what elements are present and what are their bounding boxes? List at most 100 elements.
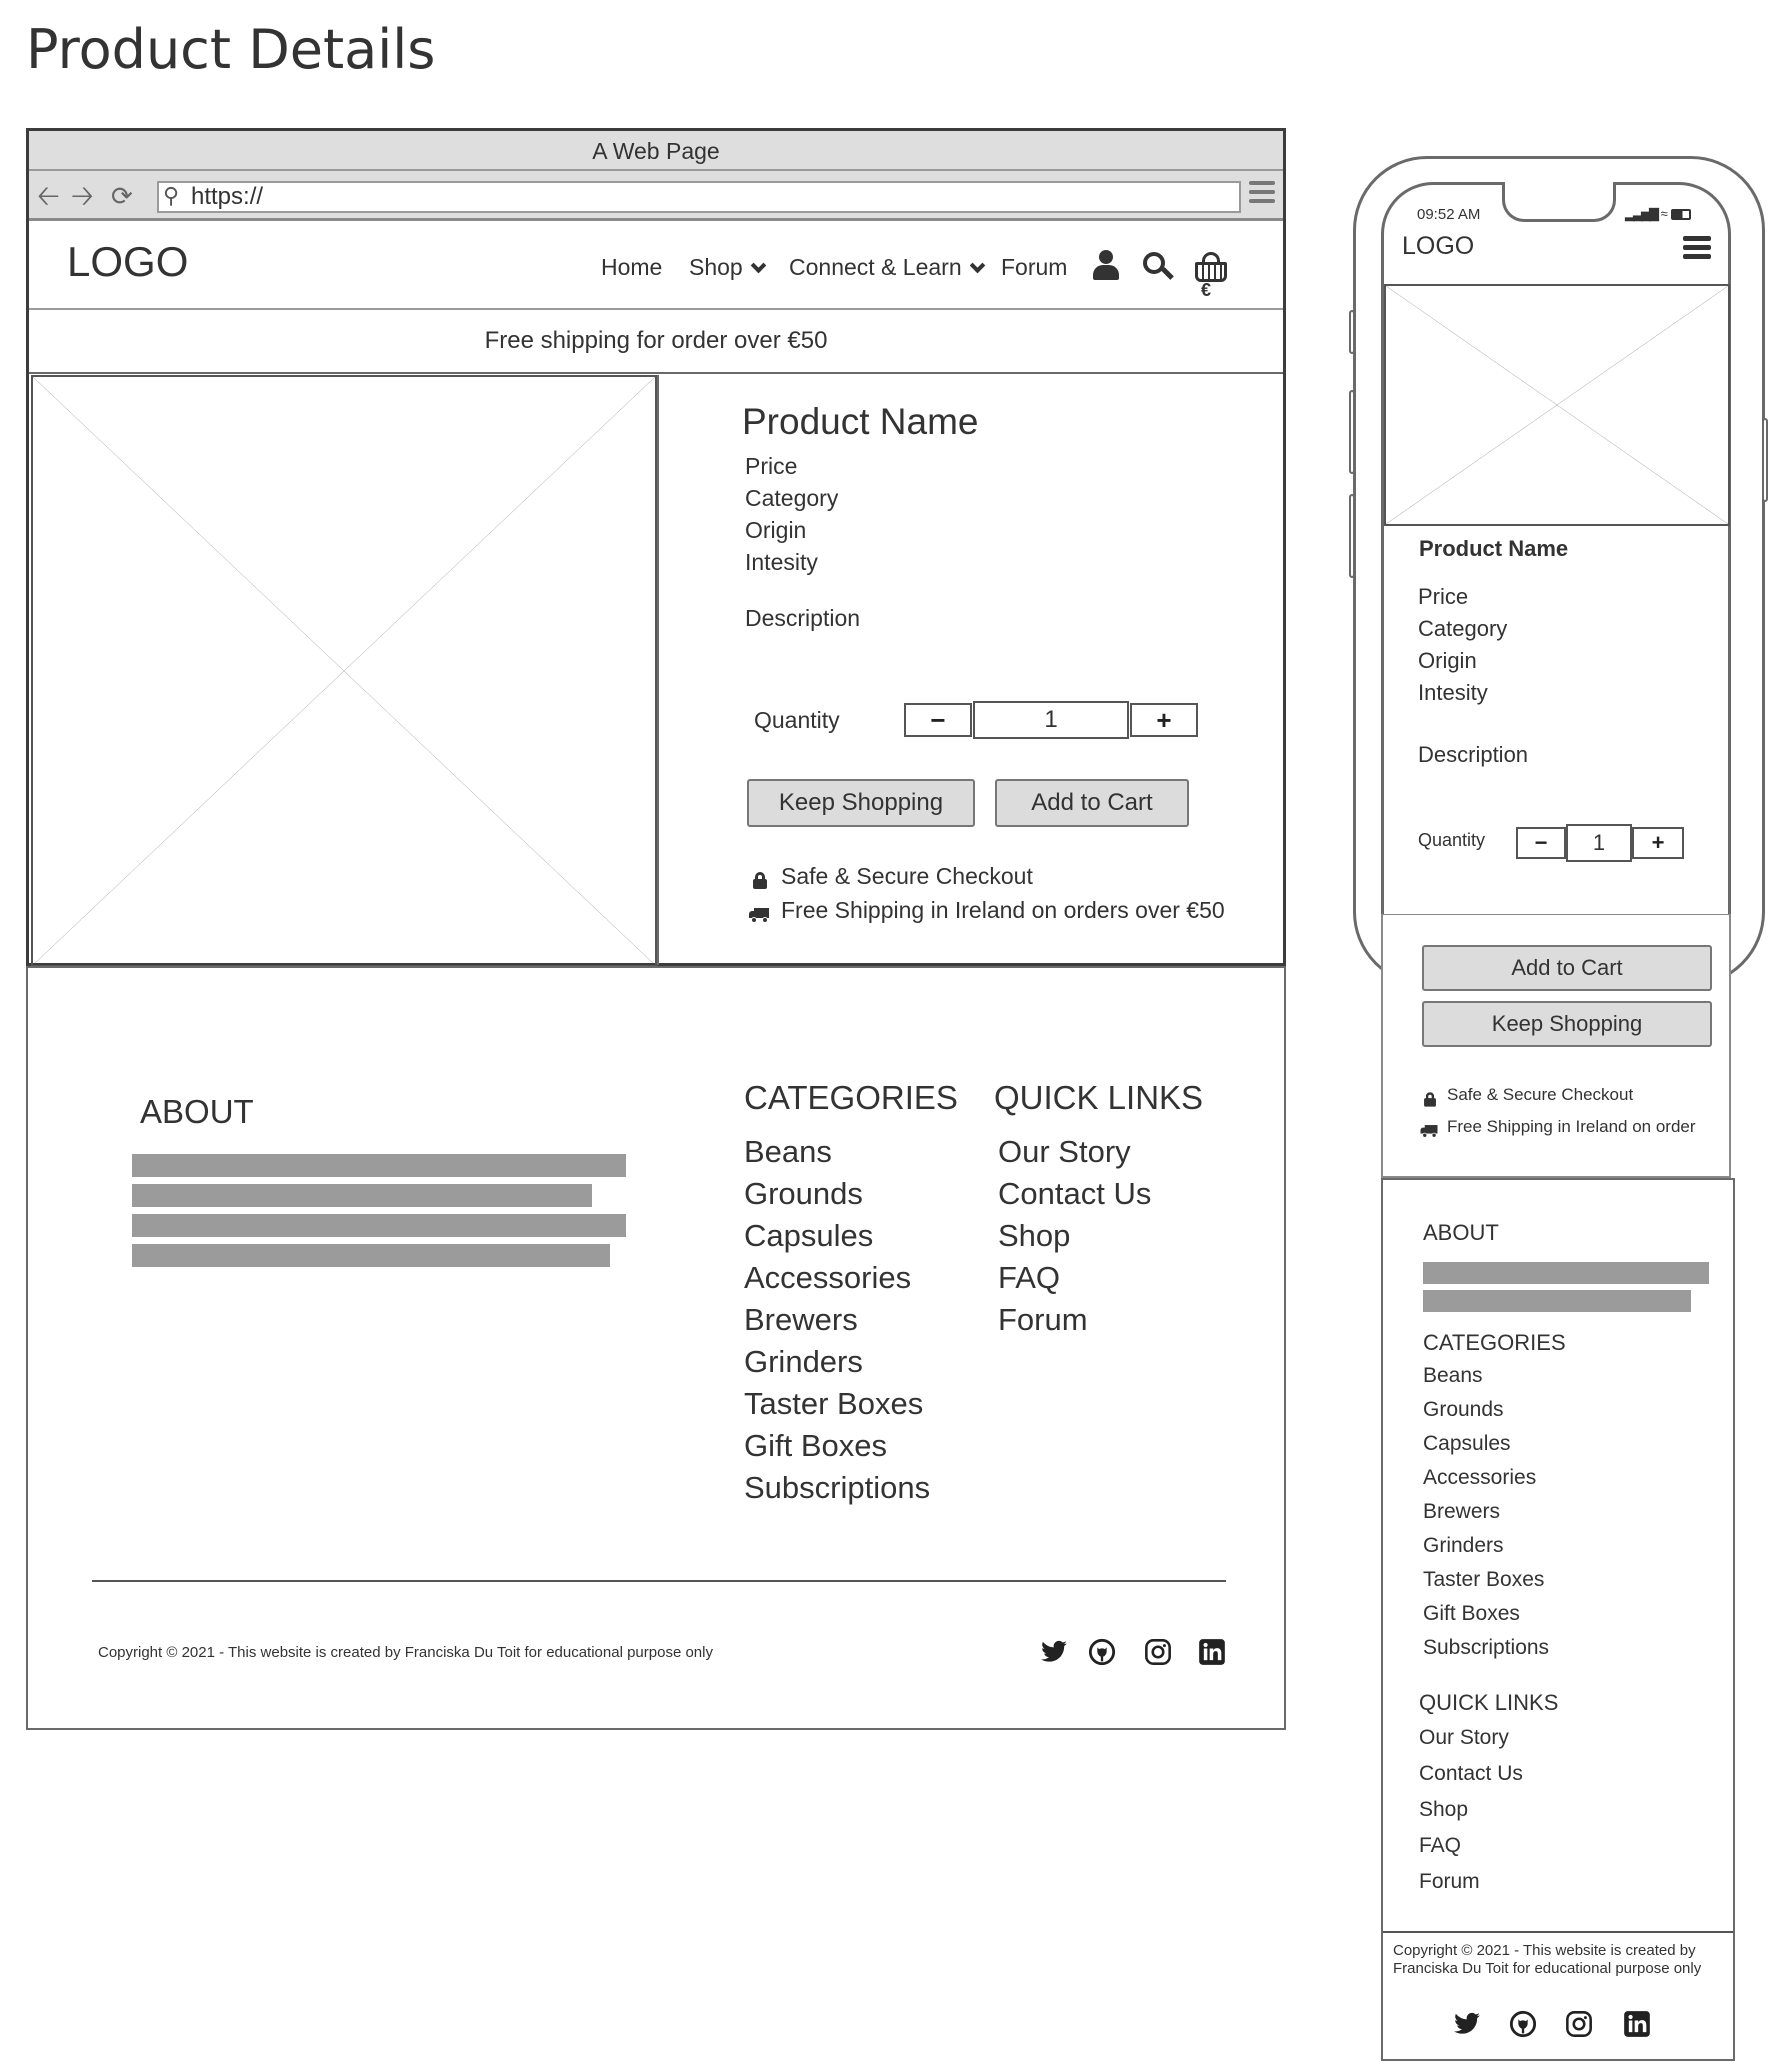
- product-name: Product Name: [742, 401, 979, 442]
- mobile-footer-category-link[interactable]: Grounds: [1423, 1398, 1504, 1422]
- footer-category-link[interactable]: Accessories: [744, 1260, 911, 1296]
- footer-category-link[interactable]: Brewers: [744, 1302, 858, 1338]
- about-text-placeholder: [1423, 1290, 1691, 1312]
- footer-quick-link[interactable]: Forum: [998, 1302, 1088, 1338]
- nav-shop[interactable]: Shop: [689, 254, 766, 281]
- mobile-logo[interactable]: LOGO: [1402, 232, 1474, 261]
- url-input[interactable]: https://: [157, 181, 1241, 213]
- mobile-footer: ABOUT CATEGORIES Beans Grounds Capsules …: [1381, 1178, 1735, 2061]
- nav-shop-label: Shop: [689, 254, 743, 280]
- mobile-footer-category-link[interactable]: Brewers: [1423, 1500, 1500, 1524]
- back-arrow-icon[interactable]: 🡠: [37, 179, 60, 213]
- mobile-footer-category-link[interactable]: Taster Boxes: [1423, 1568, 1544, 1592]
- quantity-input[interactable]: 1: [973, 701, 1129, 739]
- github-icon[interactable]: [1088, 1638, 1116, 1666]
- mobile-footer-divider: [1383, 1931, 1733, 1933]
- mobile-product-intensity: Intesity: [1418, 680, 1488, 705]
- divider: [657, 375, 659, 965]
- chevron-down-icon: [750, 257, 766, 274]
- twitter-icon[interactable]: [1453, 2010, 1481, 2038]
- nav-forum[interactable]: Forum: [1001, 254, 1067, 281]
- mobile-footer-category-link[interactable]: Subscriptions: [1423, 1636, 1549, 1660]
- search-icon[interactable]: [1143, 252, 1174, 282]
- mobile-footer-category-link[interactable]: Capsules: [1423, 1432, 1511, 1456]
- mobile-footer-category-link[interactable]: Grinders: [1423, 1534, 1504, 1558]
- mobile-product-origin: Origin: [1418, 648, 1477, 673]
- mobile-footer-quick-link[interactable]: Forum: [1419, 1870, 1480, 1894]
- mobile-footer-category-link[interactable]: Accessories: [1423, 1466, 1536, 1490]
- product-intensity: Intesity: [745, 549, 818, 575]
- footer-category-link[interactable]: Beans: [744, 1134, 832, 1170]
- search-icon: ⚲: [163, 183, 180, 208]
- instagram-icon[interactable]: [1144, 1638, 1172, 1666]
- quantity-label: Quantity: [754, 707, 840, 733]
- logo[interactable]: LOGO: [67, 238, 188, 286]
- footer-quick-link[interactable]: Shop: [998, 1218, 1070, 1254]
- mobile-footer-quick-link[interactable]: Contact Us: [1419, 1762, 1523, 1786]
- mobile-quantity-label: Quantity: [1418, 830, 1486, 850]
- product-price: Price: [745, 453, 798, 479]
- increment-button[interactable]: +: [1130, 703, 1198, 737]
- footer-category-link[interactable]: Taster Boxes: [744, 1386, 923, 1422]
- footer-quick-link[interactable]: FAQ: [998, 1260, 1060, 1296]
- nav-home[interactable]: Home: [601, 254, 662, 281]
- product-image-placeholder: [1384, 284, 1730, 526]
- instagram-icon[interactable]: [1565, 2010, 1593, 2038]
- product-image-placeholder: [31, 375, 657, 967]
- footer-category-link[interactable]: Grounds: [744, 1176, 863, 1212]
- footer-category-link[interactable]: Grinders: [744, 1344, 863, 1380]
- mobile-keep-shopping-button[interactable]: Keep Shopping: [1422, 1001, 1712, 1047]
- status-icons: ▂▃▅▇ ≈: [1625, 206, 1692, 222]
- user-icon[interactable]: [1093, 250, 1119, 282]
- truck-icon: [1420, 1124, 1438, 1138]
- decrement-button[interactable]: −: [904, 703, 972, 737]
- linkedin-icon[interactable]: [1198, 1638, 1226, 1666]
- footer-category-link[interactable]: Gift Boxes: [744, 1428, 887, 1464]
- mobile-footer-quick-link[interactable]: FAQ: [1419, 1834, 1461, 1858]
- about-text-placeholder: [132, 1244, 610, 1267]
- mobile-quantity-input[interactable]: 1: [1566, 824, 1632, 862]
- github-icon[interactable]: [1509, 2010, 1537, 2038]
- mobile-add-to-cart-button[interactable]: Add to Cart: [1422, 945, 1712, 991]
- battery-icon: [1671, 209, 1692, 221]
- basket-icon[interactable]: [1195, 252, 1227, 282]
- forward-arrow-icon[interactable]: 🡢: [71, 179, 94, 213]
- secure-checkout-text: Safe & Secure Checkout: [781, 863, 1033, 889]
- page-title: Product Details: [26, 18, 436, 81]
- mobile-product-price: Price: [1418, 584, 1469, 609]
- footer-category-link[interactable]: Capsules: [744, 1218, 873, 1254]
- truck-icon: [749, 907, 769, 923]
- nav-connect-learn-label: Connect & Learn: [789, 254, 962, 280]
- add-to-cart-button[interactable]: Add to Cart: [995, 779, 1189, 827]
- footer-quick-link[interactable]: Contact Us: [998, 1176, 1151, 1212]
- desktop-footer: ABOUT CATEGORIES Beans Grounds Capsules …: [26, 966, 1286, 1730]
- mobile-footer-quick-links-heading: QUICK LINKS: [1419, 1690, 1559, 1715]
- mobile-cart-panel: Add to Cart Keep Shopping Safe & Secure …: [1381, 914, 1731, 1178]
- nav-connect-learn[interactable]: Connect & Learn: [789, 254, 985, 281]
- footer-quick-link[interactable]: Our Story: [998, 1134, 1131, 1170]
- footer-category-link[interactable]: Subscriptions: [744, 1470, 930, 1506]
- mobile-product-category: Category: [1418, 616, 1508, 641]
- keep-shopping-button[interactable]: Keep Shopping: [747, 779, 975, 827]
- mobile-footer-quick-link[interactable]: Our Story: [1419, 1726, 1509, 1750]
- mobile-footer-category-link[interactable]: Beans: [1423, 1364, 1483, 1388]
- about-text-placeholder: [132, 1154, 626, 1177]
- mobile-copyright-text: Copyright © 2021 - This website is creat…: [1393, 1942, 1702, 1977]
- phone-side-button: [1762, 418, 1768, 502]
- hamburger-menu-icon[interactable]: [1249, 181, 1275, 207]
- lock-icon: [1424, 1092, 1436, 1107]
- refresh-icon[interactable]: ⟳: [111, 179, 133, 213]
- hamburger-menu-icon[interactable]: [1683, 236, 1711, 260]
- mobile-increment-button[interactable]: +: [1632, 827, 1684, 859]
- linkedin-icon[interactable]: [1623, 2010, 1651, 2038]
- twitter-icon[interactable]: [1040, 1638, 1068, 1666]
- browser-toolbar: 🡠 🡢 ⟳ https:// ⚲: [29, 171, 1283, 221]
- mobile-product-name: Product Name: [1419, 536, 1569, 561]
- browser-title-bar: A Web Page: [29, 131, 1283, 171]
- mobile-footer-category-link[interactable]: Gift Boxes: [1423, 1602, 1520, 1626]
- mobile-footer-quick-link[interactable]: Shop: [1419, 1798, 1468, 1822]
- mobile-decrement-button[interactable]: −: [1516, 827, 1566, 859]
- chevron-down-icon: [969, 257, 985, 274]
- product-origin: Origin: [745, 517, 807, 543]
- mobile-secure-checkout-text: Safe & Secure Checkout: [1447, 1085, 1634, 1104]
